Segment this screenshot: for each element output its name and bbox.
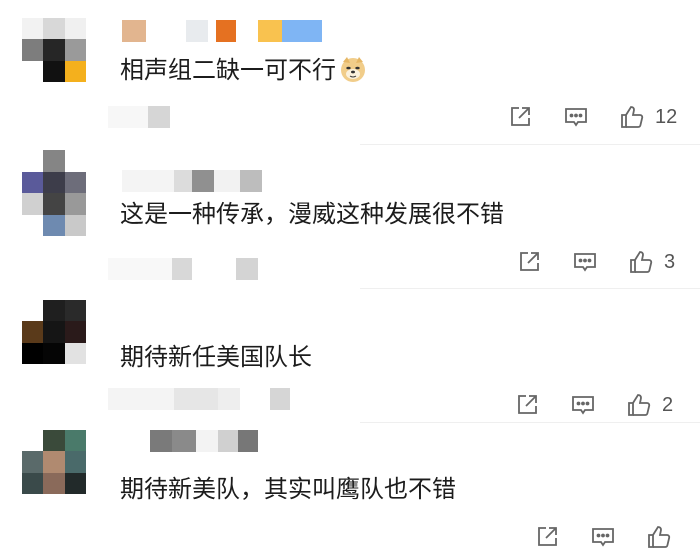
comment-text: 期待新任美国队长 [120, 343, 312, 371]
avatar[interactable] [22, 430, 86, 494]
timestamp-blurred [108, 258, 258, 280]
divider [360, 288, 700, 289]
username-blurred[interactable] [122, 430, 258, 452]
comment-icon[interactable] [568, 390, 598, 420]
comment-actions: 2 [512, 390, 673, 420]
share-icon[interactable] [512, 390, 542, 420]
comment-actions: 12 [505, 102, 677, 132]
comment-actions [532, 522, 682, 552]
timestamp-blurred [108, 106, 170, 128]
avatar[interactable] [22, 150, 86, 236]
username-blurred[interactable] [122, 20, 322, 42]
comment-icon[interactable] [561, 102, 591, 132]
thumbs-up-icon[interactable] [617, 102, 647, 132]
comment-text: 这是一种传承，漫威这种发展很不错 [120, 200, 504, 228]
share-icon[interactable] [532, 522, 562, 552]
share-icon[interactable] [514, 247, 544, 277]
like-count: 3 [664, 250, 676, 273]
username-blurred[interactable] [122, 170, 262, 192]
avatar[interactable] [22, 18, 86, 82]
comment-icon[interactable] [570, 247, 600, 277]
comment-text: 相声组二缺一可不行 [120, 54, 368, 85]
thumbs-up-icon[interactable] [624, 390, 654, 420]
comment-actions: 3 [514, 247, 675, 277]
comment-text: 期待新美队，其实叫鹰队也不错 [120, 475, 456, 503]
divider [360, 144, 700, 145]
like-count: 2 [662, 393, 674, 416]
comment-icon[interactable] [588, 522, 618, 552]
avatar[interactable] [22, 300, 86, 364]
doge-emoji-icon [341, 57, 365, 82]
like-count: 12 [655, 105, 678, 128]
divider [360, 422, 700, 423]
share-icon[interactable] [505, 102, 535, 132]
timestamp-blurred [108, 388, 290, 410]
thumbs-up-icon[interactable] [626, 247, 656, 277]
thumbs-up-icon[interactable] [644, 522, 674, 552]
